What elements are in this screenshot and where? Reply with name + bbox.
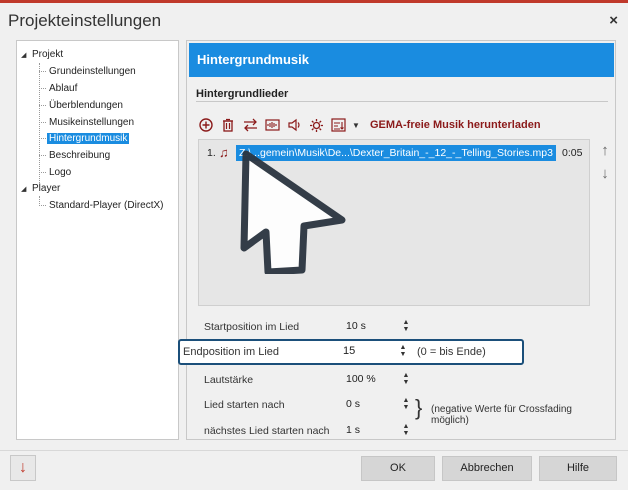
end-position-stepper[interactable]: 15 ▲ ▼ [340, 342, 408, 360]
move-up-icon[interactable]: ↑ [596, 142, 614, 160]
spin-value: 15 [343, 345, 356, 357]
spin-value: 100 % [346, 373, 376, 385]
crossfade-note: (negative Werte für Crossfading möglich) [431, 404, 572, 426]
tree-item-label: Beschreibung [49, 150, 111, 161]
tree-item-label: Musikeinstellungen [49, 117, 135, 128]
end-position-hint: (0 = bis Ende) [417, 346, 486, 358]
tree-connector [39, 205, 46, 206]
music-note-icon: ♫ [219, 145, 229, 160]
start-position-stepper[interactable]: 10 s ▲ ▼ [343, 317, 411, 335]
tree-item-label: Standard-Player (DirectX) [49, 200, 164, 211]
spin-value: 1 s [346, 424, 361, 436]
next-song-start-stepper[interactable]: 1 s ▲ ▼ [343, 421, 411, 439]
tree-item-beschreibung[interactable]: Beschreibung [47, 148, 112, 163]
track-duration: 0:05 [562, 147, 583, 159]
sort-icon[interactable] [330, 117, 346, 133]
tree-item-ueberblendungen[interactable]: Überblendungen [47, 98, 125, 113]
tree-item-ablauf[interactable]: Ablauf [47, 81, 79, 96]
expand-icon[interactable]: ◢ [21, 48, 30, 63]
spin-arrows-icon[interactable]: ▲ ▼ [401, 423, 411, 437]
spin-arrows-icon[interactable]: ▲ ▼ [401, 397, 411, 411]
tree-connector [39, 105, 46, 106]
tree-item-label: Projekt [32, 49, 64, 60]
titlebar: Projekteinstellungen × [0, 3, 628, 37]
tree-item-grundeinstellungen[interactable]: Grundeinstellungen [47, 64, 138, 79]
brace-icon: } [415, 395, 423, 420]
volume-stepper[interactable]: 100 % ▲ ▼ [343, 370, 411, 388]
spin-value: 0 s [346, 398, 361, 410]
add-icon[interactable] [198, 117, 214, 133]
section-divider [196, 101, 608, 102]
next-song-start-label: nächstes Lied starten nach [204, 425, 330, 437]
footer-divider [0, 450, 628, 451]
window-title: Projekteinstellungen [8, 11, 162, 30]
tree-item-label: Logo [49, 167, 72, 178]
settings-icon[interactable] [308, 117, 324, 133]
gema-download-link[interactable]: GEMA-freie Musik herunterladen [370, 119, 541, 131]
tree-connector [39, 155, 46, 156]
tree-item-logo[interactable]: Logo [47, 165, 73, 180]
tree-item-musikeinstellungen[interactable]: Musikeinstellungen [47, 115, 136, 130]
tree-connector [39, 122, 46, 123]
dropdown-icon[interactable]: ▼ [352, 117, 360, 133]
end-position-label: Endposition im Lied [183, 346, 280, 358]
track-number: 1. [207, 147, 216, 159]
move-down-icon[interactable]: ↓ [596, 165, 614, 183]
spin-arrows-icon[interactable]: ▲ ▼ [401, 372, 411, 386]
song-start-label: Lied starten nach [204, 399, 285, 411]
spin-value: 10 s [346, 320, 366, 332]
close-icon[interactable]: × [609, 12, 618, 29]
panel-header: Hintergrundmusik [189, 43, 614, 77]
tree-item-standard-player[interactable]: Standard-Player (DirectX) [47, 198, 165, 213]
tree-item-player[interactable]: ◢ Player [21, 181, 62, 196]
volume-label: Lautstärke [204, 374, 254, 386]
project-tree: ◢ Projekt Grundeinstellungen Ablauf Überb… [16, 40, 179, 440]
arrow-down-icon[interactable]: ↓ [10, 455, 36, 481]
swap-icon[interactable] [242, 117, 258, 133]
tree-item-label: Grundeinstellungen [49, 66, 136, 77]
waveform-icon[interactable] [264, 117, 280, 133]
spin-arrows-icon[interactable]: ▲ ▼ [398, 344, 408, 358]
ok-button[interactable]: OK [361, 456, 435, 481]
mouse-pointer-icon [240, 150, 346, 274]
help-button[interactable]: Hilfe [539, 456, 617, 481]
delete-icon[interactable] [220, 117, 236, 133]
tree-guide-line [39, 63, 40, 183]
expand-icon[interactable]: ◢ [21, 182, 30, 197]
section-title: Hintergrundlieder [196, 88, 289, 100]
tree-item-hintergrundmusik[interactable]: Hintergrundmusik [47, 131, 130, 146]
tree-connector [39, 71, 46, 72]
start-position-label: Startposition im Lied [204, 321, 300, 333]
tree-connector [39, 138, 46, 139]
cancel-button[interactable]: Abbrechen [442, 456, 532, 481]
tree-connector [39, 172, 46, 173]
volume-icon[interactable] [286, 117, 302, 133]
tree-item-label: Überblendungen [49, 100, 123, 111]
tree-item-label: Player [32, 183, 61, 194]
tree-item-label: Hintergrundmusik [47, 133, 130, 144]
song-start-stepper[interactable]: 0 s ▲ ▼ [343, 395, 411, 413]
tree-item-label: Ablauf [49, 83, 78, 94]
tree-item-projekt[interactable]: ◢ Projekt [21, 47, 65, 62]
music-toolbar: ▼ GEMA-freie Musik herunterladen [198, 116, 541, 134]
tree-connector [39, 88, 46, 89]
spin-arrows-icon[interactable]: ▲ ▼ [401, 319, 411, 333]
